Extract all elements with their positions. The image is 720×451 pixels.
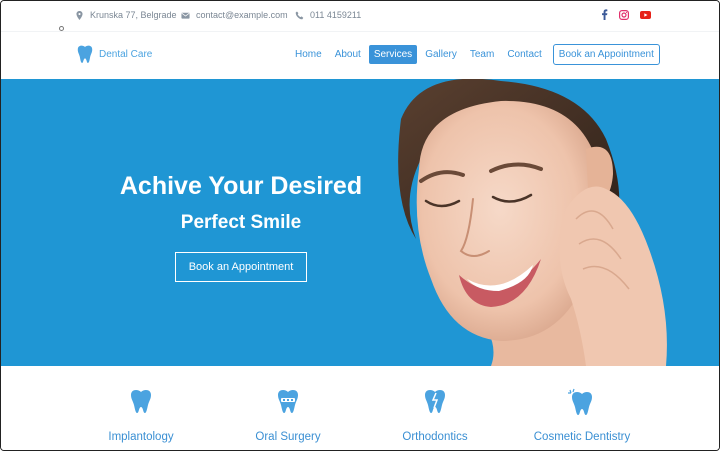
social-links (601, 9, 651, 20)
browser-frame: Krunska 77, Belgrade contact@example.com… (0, 0, 720, 451)
phone-icon (295, 11, 304, 19)
hero-book-appointment-button[interactable]: Book an Appointment (175, 252, 307, 282)
tooth-logo-icon (77, 45, 93, 63)
hero-banner: Achive Your Desired Perfect Smile Book a… (1, 79, 719, 366)
site-header: Dental Care Home About Services Gallery … (1, 31, 719, 79)
location-pin-icon (76, 10, 83, 20)
address-text: Krunska 77, Belgrade (90, 10, 177, 20)
phone-text[interactable]: 011 4159211 (310, 10, 361, 20)
main-nav: Home About Services Gallery Team Contact… (290, 44, 660, 65)
services-strip: Implantology Oral Surgery Orthodontics C… (1, 366, 719, 450)
nav-gallery[interactable]: Gallery (420, 45, 462, 64)
header-book-appointment-button[interactable]: Book an Appointment (552, 44, 660, 65)
top-info-bar: Krunska 77, Belgrade contact@example.com… (1, 1, 719, 31)
service-cosmetic-dentistry[interactable]: Cosmetic Dentistry (512, 388, 652, 443)
service-label: Oral Surgery (255, 431, 321, 443)
phone-info[interactable]: 011 4159211 (295, 10, 361, 20)
brand-name: Dental Care (99, 48, 153, 60)
address-info: Krunska 77, Belgrade (75, 10, 177, 20)
service-oral-surgery[interactable]: Oral Surgery (218, 388, 358, 443)
email-info[interactable]: contact@example.com (181, 10, 288, 20)
service-orthodontics[interactable]: Orthodontics (365, 388, 505, 443)
nav-contact[interactable]: Contact (502, 45, 546, 64)
envelope-icon (181, 12, 190, 19)
nav-home[interactable]: Home (290, 45, 327, 64)
service-label: Cosmetic Dentistry (533, 431, 631, 443)
email-text[interactable]: contact@example.com (196, 10, 288, 20)
nav-services[interactable]: Services (368, 45, 418, 64)
youtube-icon[interactable] (640, 10, 651, 19)
service-implantology[interactable]: Implantology (71, 388, 211, 443)
tooth-braces-icon (425, 390, 445, 413)
tooth-sparkle-icon (568, 388, 592, 415)
brand-logo[interactable]: Dental Care (77, 44, 152, 64)
tooth-surgery-icon (278, 390, 298, 413)
smiling-woman-image (398, 79, 667, 366)
tooth-implant-icon (131, 390, 151, 413)
service-label: Orthodontics (402, 431, 468, 443)
instagram-icon[interactable] (619, 9, 629, 20)
facebook-icon[interactable] (601, 9, 608, 20)
nav-team[interactable]: Team (465, 45, 499, 64)
nav-about[interactable]: About (330, 45, 366, 64)
service-label: Implantology (108, 431, 174, 443)
